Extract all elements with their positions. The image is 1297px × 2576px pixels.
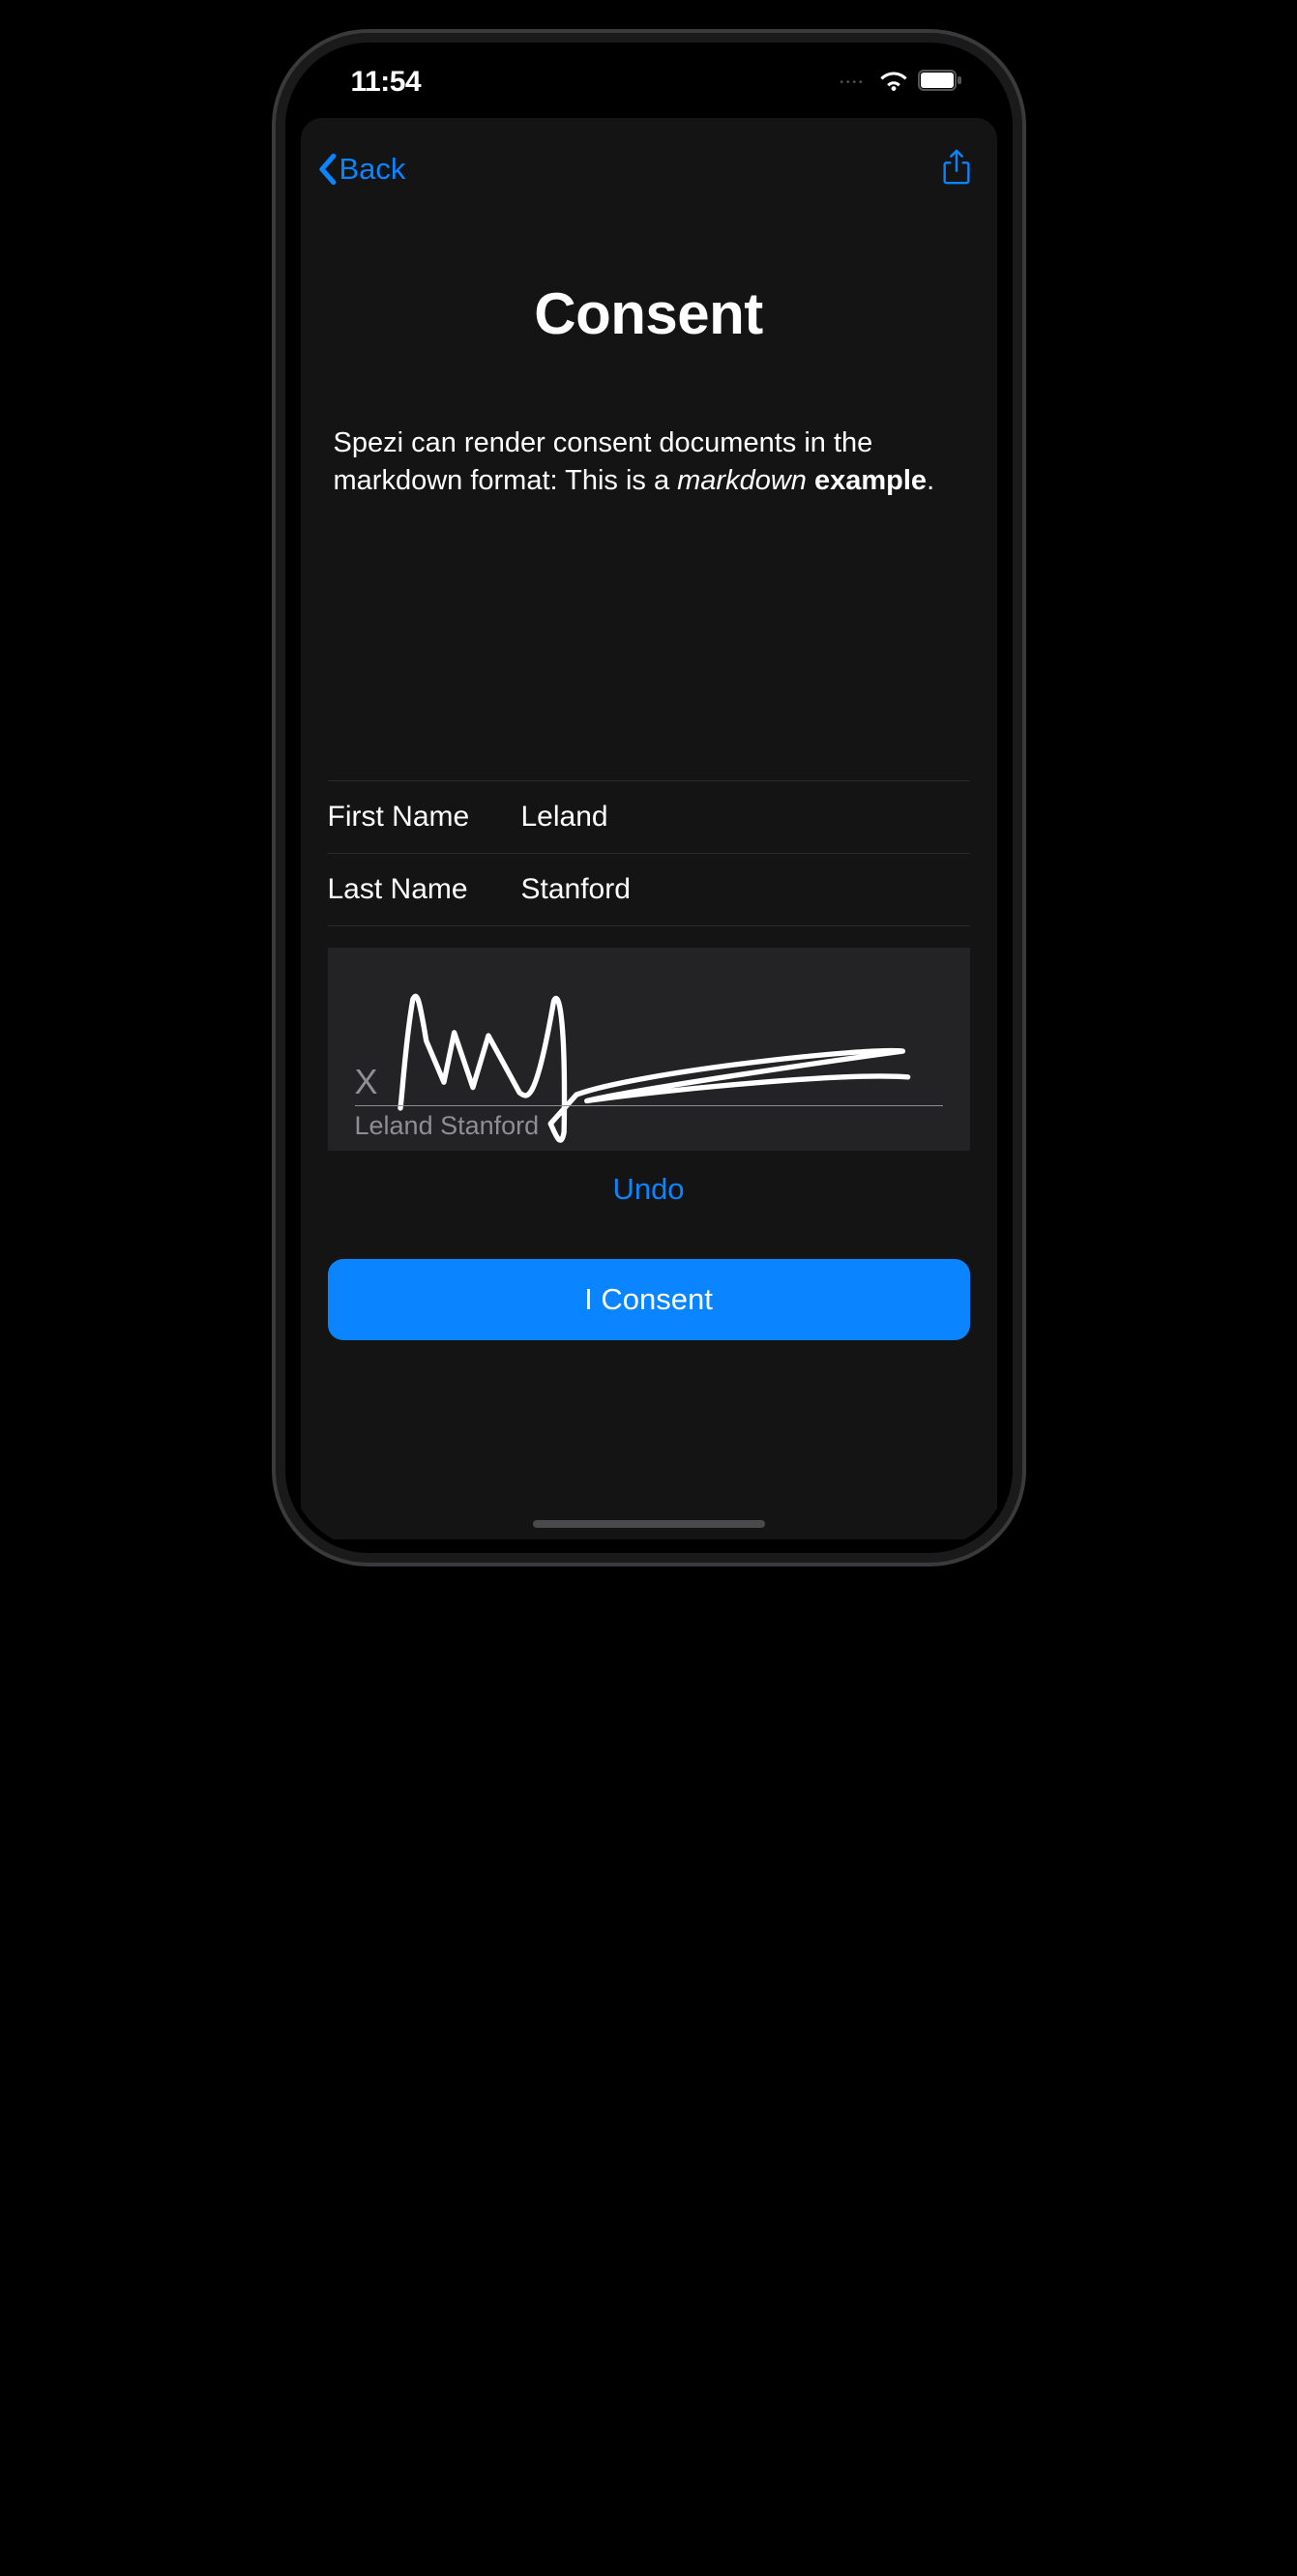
first-name-field[interactable] (521, 801, 970, 834)
status-bar: 11:54 •••• (289, 46, 1009, 104)
signature-x-mark: X (355, 1062, 378, 1102)
first-name-row: First Name (328, 780, 970, 853)
undo-button[interactable]: Undo (301, 1172, 997, 1207)
signature-line (355, 1105, 943, 1106)
phone-frame: 11:54 •••• Back (272, 29, 1026, 1566)
silent-switch (272, 304, 276, 352)
body-text-suffix: . (927, 465, 934, 496)
page-title: Consent (301, 280, 997, 347)
body-text-italic: markdown (677, 465, 807, 496)
chevron-left-icon (316, 153, 338, 186)
consent-button[interactable]: I Consent (328, 1259, 970, 1340)
last-name-label: Last Name (328, 873, 521, 906)
power-button (1022, 458, 1026, 613)
first-name-label: First Name (328, 801, 521, 834)
last-name-row: Last Name (328, 853, 970, 926)
share-button[interactable] (941, 149, 972, 190)
consent-body-text: Spezi can render consent documents in th… (301, 424, 997, 500)
last-name-field[interactable] (521, 873, 970, 906)
signature-printed-name: Leland Stanford (355, 1111, 540, 1141)
share-icon (941, 149, 972, 186)
status-indicators: •••• (840, 70, 961, 96)
back-button[interactable]: Back (316, 152, 406, 187)
signature-canvas[interactable]: X Leland Stanford (328, 948, 970, 1151)
volume-down-button (272, 507, 276, 603)
name-form: First Name Last Name (301, 780, 997, 926)
screen: 11:54 •••• Back (289, 46, 1009, 1549)
nav-bar: Back (301, 118, 997, 195)
home-indicator[interactable] (533, 1520, 765, 1528)
content-sheet: Back Consent Spezi can render consent do… (301, 118, 997, 1539)
battery-icon (918, 70, 962, 96)
body-text-bold: example (814, 465, 927, 496)
status-time: 11:54 (351, 66, 422, 99)
status-dots-icon: •••• (840, 77, 865, 88)
body-text-space (807, 465, 814, 496)
wifi-icon (879, 70, 908, 96)
volume-up-button (272, 391, 276, 487)
back-label: Back (339, 152, 406, 187)
